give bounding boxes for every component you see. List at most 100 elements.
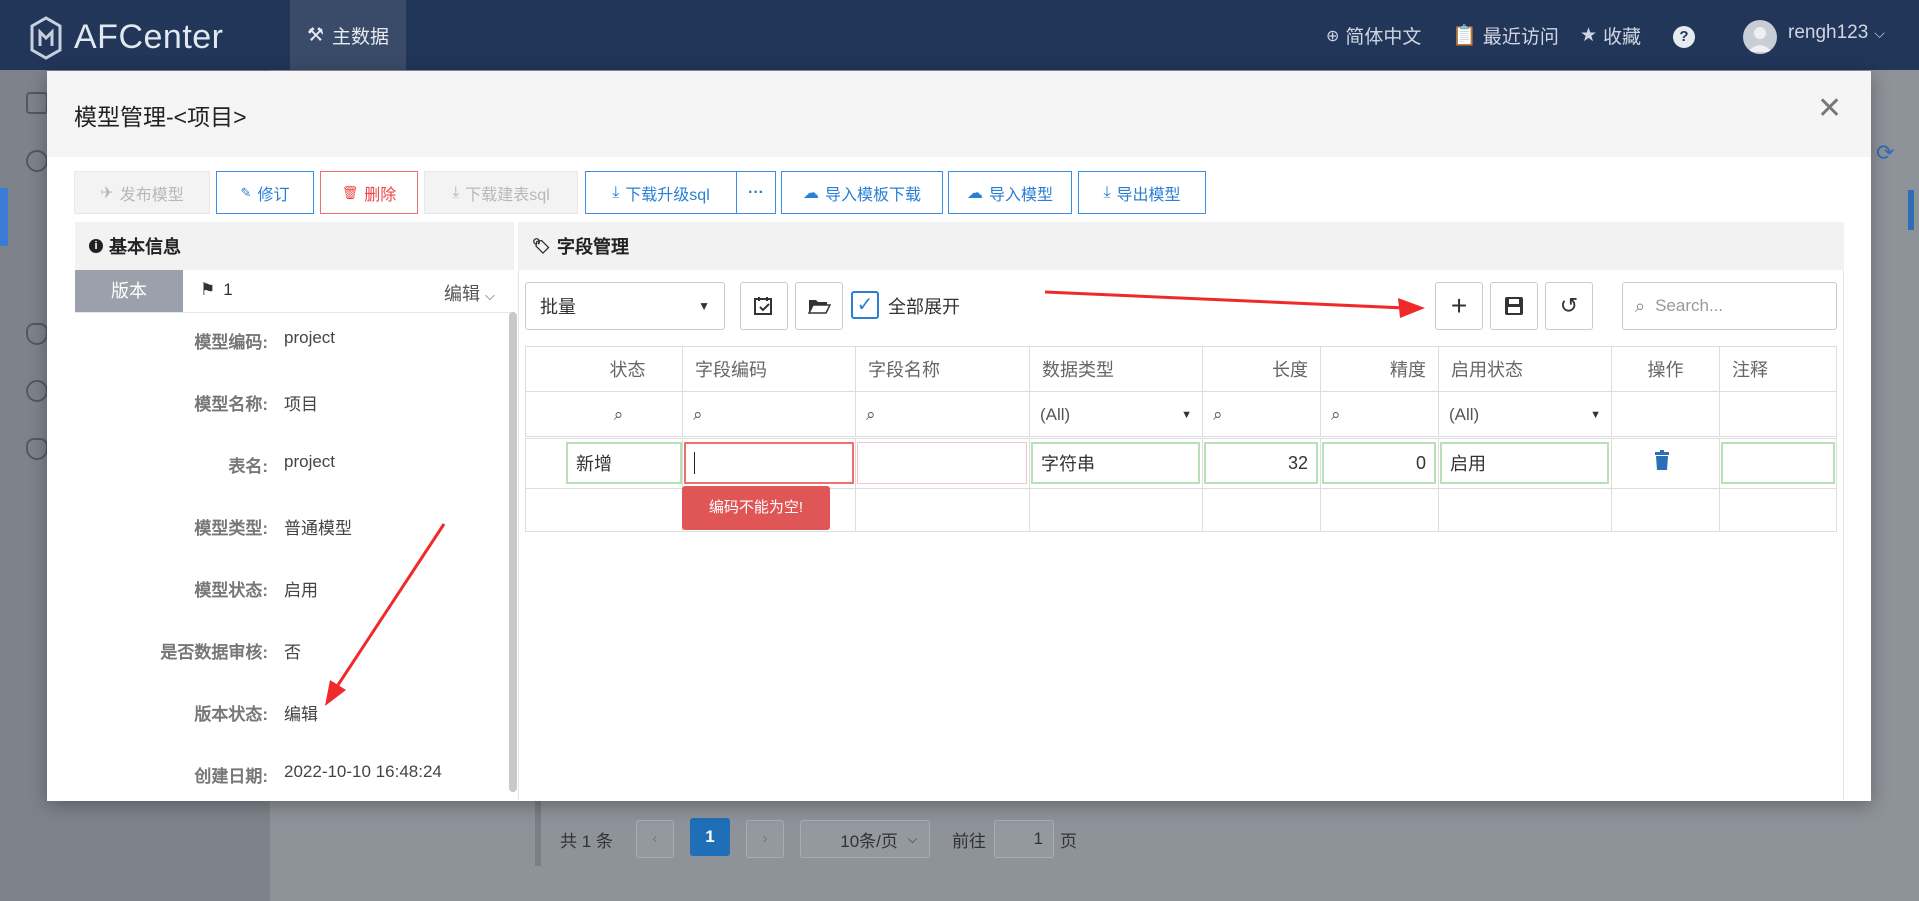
field-management-title: 字段管理 (557, 237, 630, 257)
goto-page-input[interactable]: 1 (994, 820, 1054, 858)
column-header-status[interactable]: 状态 (525, 346, 682, 392)
filter-status[interactable]: ⌕ (525, 392, 682, 437)
import-template-download-button[interactable]: ☁ 导入模板下载 (781, 171, 943, 214)
filter-name[interactable]: ⌕ (855, 392, 1029, 437)
version-edit-dropdown[interactable]: 编辑 ⌵ (444, 280, 495, 306)
cell-code-input[interactable] (684, 442, 854, 484)
filter-code[interactable]: ⌕ (682, 392, 855, 437)
publish-model-button[interactable]: ✈ 发布模型 (74, 171, 210, 214)
tab-version[interactable]: 版本 (75, 270, 183, 312)
close-icon[interactable]: ✕ (1817, 94, 1842, 124)
more-button[interactable]: ··· (736, 171, 776, 214)
column-header-name[interactable]: 字段名称 (855, 346, 1029, 392)
save-button[interactable] (1490, 282, 1538, 330)
background-divider (535, 800, 541, 866)
language-switch[interactable]: ⊕ 简体中文 (1326, 22, 1421, 49)
field-value: 2022-10-10 16:48:24 (284, 762, 442, 781)
column-header-precision[interactable]: 精度 (1320, 346, 1438, 392)
cell-type[interactable]: 字符串 (1031, 442, 1200, 484)
cloud-upload-icon: ☁ (802, 184, 819, 202)
plus-icon: + (1450, 290, 1468, 321)
sync-calendar-icon[interactable] (740, 282, 788, 330)
export-model-button[interactable]: ⤓ 导出模型 (1078, 171, 1206, 214)
delete-row-trash-icon[interactable] (1654, 450, 1670, 470)
trash-icon: 🗑 (341, 184, 359, 200)
filter-type-value: (All) (1040, 404, 1071, 424)
page-size-select[interactable]: 10条/页 ⌵ (800, 820, 930, 858)
refresh-icon: ⟳ (1876, 140, 1895, 165)
goto-prefix: 前往 (952, 831, 986, 851)
cloud-upload-icon: ☁ (966, 184, 983, 202)
cell-remark-input[interactable] (1721, 442, 1835, 484)
search-icon: ⌕ (693, 404, 703, 424)
undo-icon: ↺ (1559, 293, 1579, 318)
download-upgrade-sql-button[interactable]: ⤓ 下载升级sql (585, 171, 737, 214)
search-icon: ⌕ (1213, 404, 1223, 424)
col-divider (855, 438, 856, 532)
expand-all-label: 全部展开 (888, 297, 960, 317)
prev-page-button[interactable]: ‹ (636, 820, 674, 858)
version-value: 1 (223, 280, 233, 299)
target-icon (26, 380, 48, 402)
field-value: 启用 (284, 581, 318, 600)
favorites[interactable]: ★ 收藏 (1580, 22, 1641, 49)
text-cursor (694, 452, 695, 474)
search-icon: ⌕ (866, 404, 876, 424)
next-page-button[interactable]: › (746, 820, 784, 858)
download-create-sql-button[interactable]: ⤓ 下载建表sql (424, 171, 578, 214)
flag-icon: ⚑ (200, 280, 216, 299)
cell-status[interactable]: 新增 (566, 442, 682, 484)
background-side-tab (1908, 190, 1914, 230)
edit-icon: ✎ (240, 184, 252, 200)
expand-all-checkbox[interactable]: ✓ (851, 291, 879, 319)
field-label: 表名: (228, 457, 268, 476)
user-menu[interactable]: rengh123 ⌵ (1788, 22, 1885, 44)
field-label: 模型状态: (194, 581, 268, 600)
chevron-down-icon: ⌵ (907, 831, 917, 846)
search-box[interactable]: ⌕ Search... (1622, 282, 1837, 330)
recent-visits[interactable]: 📋 最近访问 (1452, 22, 1559, 49)
save-icon (1505, 297, 1523, 315)
column-header-code[interactable]: 字段编码 (682, 346, 855, 392)
help-icon[interactable]: ? (1673, 26, 1695, 48)
revise-label: 修订 (257, 186, 290, 204)
cell-enabled[interactable]: 启用 (1440, 442, 1609, 484)
column-header-enabled[interactable]: 启用状态 (1438, 346, 1611, 392)
left-panel-scrollbar[interactable] (509, 312, 517, 792)
page-1-button[interactable]: 1 (690, 818, 730, 856)
column-header-length[interactable]: 长度 (1202, 346, 1320, 392)
info-icon: i (89, 239, 103, 253)
language-label: 简体中文 (1345, 27, 1422, 48)
search-input[interactable]: Search... (1655, 296, 1723, 316)
add-row-button[interactable]: + (1435, 282, 1483, 330)
favorites-label: 收藏 (1603, 27, 1642, 48)
filter-type[interactable]: (All) ▼ (1029, 392, 1202, 437)
column-header-remark[interactable]: 注释 (1719, 346, 1837, 392)
filter-enabled[interactable]: (All) ▼ (1438, 392, 1611, 437)
export-model-label: 导出模型 (1116, 186, 1181, 204)
folder-open-icon[interactable] (795, 282, 843, 330)
dialog-header (47, 71, 1871, 157)
validation-error-tooltip: 编码不能为空! (682, 486, 830, 530)
chevron-down-icon: ⌵ (1874, 24, 1885, 41)
search-icon: ⌕ (1635, 295, 1646, 316)
undo-button[interactable]: ↺ (1545, 282, 1593, 330)
user-avatar[interactable] (1743, 20, 1777, 54)
delete-button[interactable]: 🗑 删除 (320, 171, 418, 214)
cell-length[interactable]: 32 (1204, 442, 1318, 484)
delete-label: 删除 (364, 186, 397, 204)
field-label: 是否数据审核: (160, 643, 268, 662)
column-header-actions: 操作 (1611, 346, 1719, 392)
import-model-button[interactable]: ☁ 导入模型 (948, 171, 1072, 214)
cell-name-input[interactable] (857, 442, 1027, 484)
cell-precision[interactable]: 0 (1322, 442, 1436, 484)
app-logo-text[interactable]: AFCenter (74, 18, 224, 57)
revise-button[interactable]: ✎ 修订 (216, 171, 314, 214)
nav-item-master-data[interactable]: ⚒ 主数据 (290, 0, 406, 70)
field-label: 模型类型: (194, 519, 268, 538)
filter-precision[interactable]: ⌕ (1320, 392, 1438, 437)
filter-length[interactable]: ⌕ (1202, 392, 1320, 437)
batch-select[interactable]: 批量 ▼ (525, 282, 725, 330)
column-header-type[interactable]: 数据类型 (1029, 346, 1202, 392)
field-value: project (284, 328, 336, 347)
